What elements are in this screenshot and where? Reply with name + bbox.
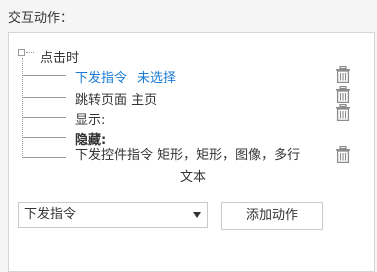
action-label-continued: 文本 (179, 170, 206, 185)
action-type-select[interactable]: 下发指令 (18, 202, 208, 228)
trash-icon[interactable] (335, 104, 351, 121)
trash-icon[interactable] (335, 86, 351, 103)
chevron-down-icon (193, 212, 201, 218)
tree-connector (22, 117, 66, 118)
add-action-button[interactable]: 添加动作 (221, 202, 323, 230)
action-label: 下发指令 (75, 71, 128, 86)
trash-icon[interactable] (335, 146, 351, 163)
tree-collapse-toggle[interactable] (18, 49, 25, 56)
action-value: 未选择 (137, 71, 177, 86)
action-send-control-command[interactable]: 下发控件指令 矩形，矩形，图像，多行 文本 (75, 145, 311, 189)
tree-connector (22, 75, 66, 76)
select-value: 下发指令 (24, 207, 77, 222)
tree-root-click-event[interactable]: 点击时 (40, 47, 79, 66)
tree-connector (22, 58, 23, 156)
section-title: 交互动作： (8, 11, 74, 26)
tree-connector (22, 97, 66, 98)
trash-icon[interactable] (335, 66, 351, 83)
action-label: 下发控件指令 矩形，矩形，图像，多行 (75, 148, 301, 163)
action-show[interactable]: 显示: (75, 109, 105, 128)
tree-connector (22, 157, 66, 158)
action-jump-page[interactable]: 跳转页面 主页 (75, 89, 157, 108)
action-send-command[interactable]: 下发指令 未选择 (75, 67, 176, 86)
tree-connector (26, 52, 34, 53)
tree-connector (22, 137, 66, 138)
